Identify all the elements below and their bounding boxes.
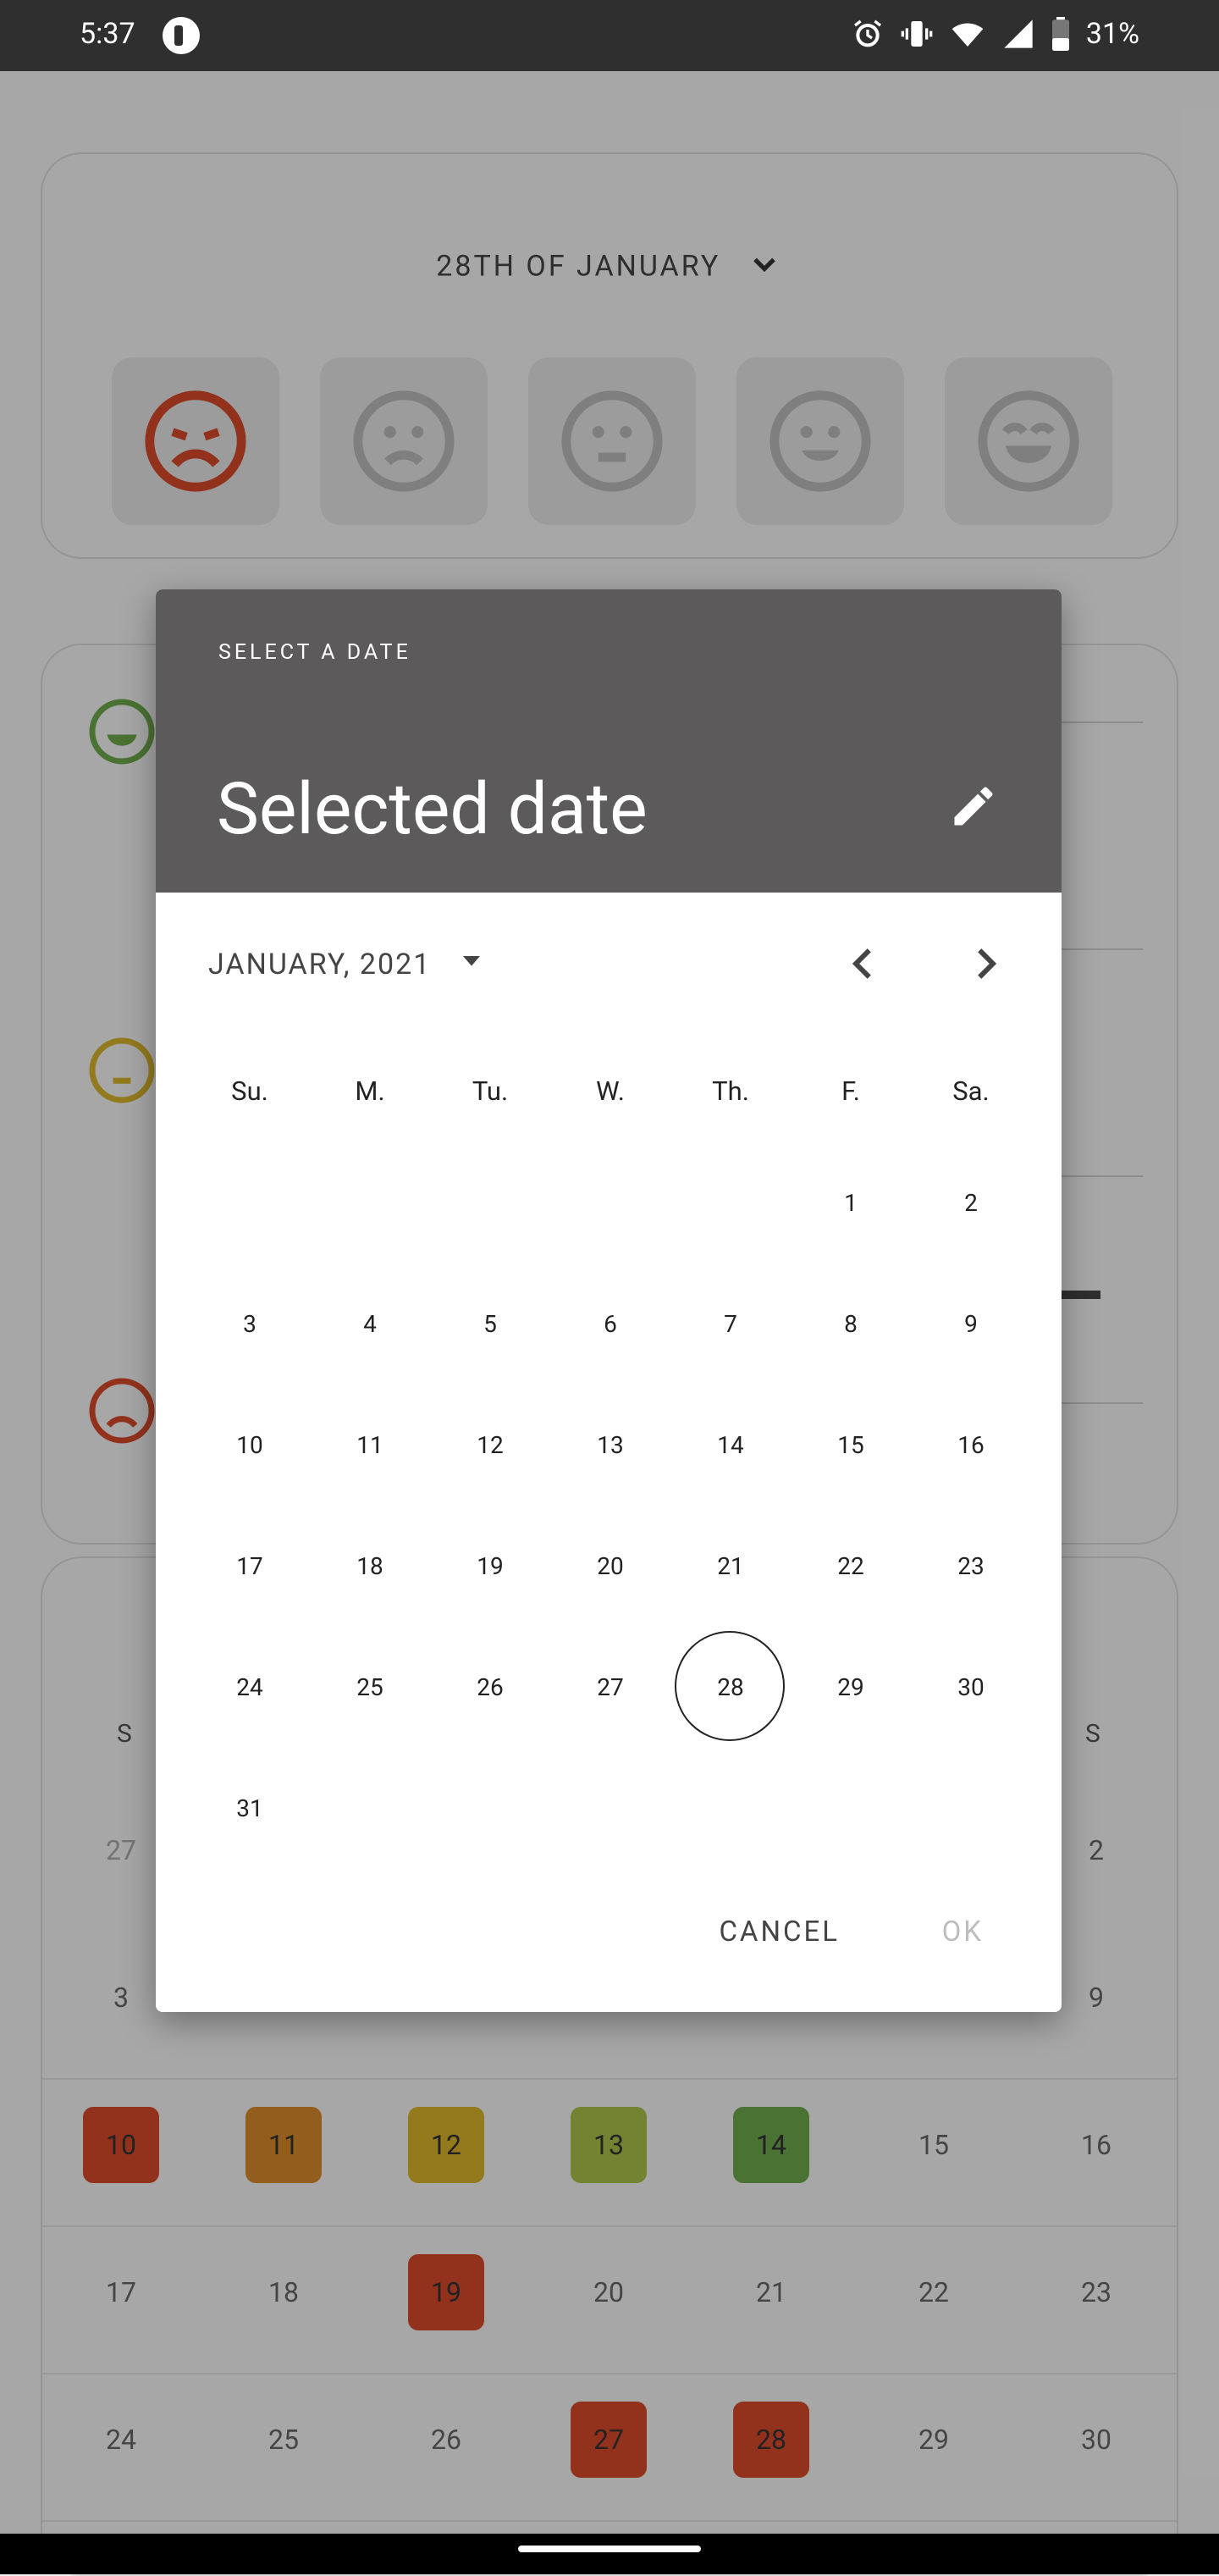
day-number: 14 <box>717 1430 744 1459</box>
day-number: 22 <box>837 1551 864 1580</box>
day-number: 1 <box>844 1188 858 1217</box>
day-cell[interactable]: 31 <box>190 1752 310 1864</box>
day-cell[interactable]: 8 <box>791 1268 911 1379</box>
day-cell[interactable]: 4 <box>310 1268 430 1379</box>
chevron-left-icon <box>852 948 871 979</box>
day-number: 20 <box>597 1551 624 1580</box>
weekday-label: W. <box>596 1075 625 1107</box>
day-number: 27 <box>597 1672 624 1701</box>
day-cell[interactable]: 3 <box>190 1268 310 1379</box>
status-icons: 31% <box>851 17 1139 51</box>
day-number: 8 <box>844 1309 858 1338</box>
day-cell[interactable]: 16 <box>911 1389 1031 1501</box>
day-number: 23 <box>957 1551 985 1580</box>
dropdown-arrow-icon <box>455 943 488 985</box>
weekday-label: Su. <box>231 1075 268 1107</box>
day-cell[interactable]: 26 <box>430 1631 550 1743</box>
day-cell[interactable]: 1 <box>791 1147 911 1258</box>
selected-day-cell[interactable]: 28 <box>670 1631 791 1743</box>
day-cell[interactable]: 13 <box>550 1389 670 1501</box>
day-cell[interactable]: 30 <box>911 1631 1031 1743</box>
day-number: 31 <box>236 1794 263 1822</box>
day-number: 11 <box>356 1430 383 1459</box>
day-number: 21 <box>717 1551 744 1580</box>
notification-app-icon <box>163 17 200 54</box>
month-year-selector[interactable]: JANUARY, 2021 <box>208 943 488 985</box>
day-cell[interactable]: 6 <box>550 1268 670 1379</box>
day-cell[interactable]: 27 <box>550 1631 670 1743</box>
day-cell[interactable]: 15 <box>791 1389 911 1501</box>
day-number: 13 <box>597 1430 624 1459</box>
day-cell[interactable]: 29 <box>791 1631 911 1743</box>
wifi-icon <box>951 23 984 47</box>
day-number: 7 <box>724 1309 737 1338</box>
battery-icon <box>1051 17 1069 51</box>
alarm-icon <box>853 19 881 47</box>
day-number: 29 <box>837 1672 864 1701</box>
day-number: 15 <box>837 1430 864 1459</box>
weekday-label: Th. <box>712 1075 749 1107</box>
day-cell[interactable]: 14 <box>670 1389 791 1501</box>
day-number: 19 <box>477 1551 504 1580</box>
weekday-label: Tu. <box>472 1075 509 1107</box>
day-number: 5 <box>483 1309 497 1338</box>
day-cell[interactable]: 19 <box>430 1510 550 1622</box>
home-gesture-handle[interactable] <box>518 2546 701 2552</box>
day-cell[interactable]: 17 <box>190 1510 310 1622</box>
selected-date-title: Selected date <box>217 767 648 851</box>
day-number: 26 <box>477 1672 504 1701</box>
day-cell[interactable]: 2 <box>911 1147 1031 1258</box>
day-cell[interactable]: 23 <box>911 1510 1031 1622</box>
day-number: 17 <box>236 1551 263 1580</box>
day-cell[interactable]: 10 <box>190 1389 310 1501</box>
battery-percent: 31% <box>1085 17 1139 51</box>
day-cell[interactable]: 7 <box>670 1268 791 1379</box>
weekday-label: F. <box>841 1075 860 1107</box>
day-cell[interactable]: 24 <box>190 1631 310 1743</box>
navigation-bar <box>0 2534 1219 2574</box>
day-number: 9 <box>964 1309 978 1338</box>
day-cell[interactable]: 5 <box>430 1268 550 1379</box>
chevron-right-icon <box>978 948 997 979</box>
dialog-header: SELECT A DATE Selected date <box>156 589 1062 893</box>
day-number: 30 <box>957 1672 985 1701</box>
day-cell[interactable]: 18 <box>310 1510 430 1622</box>
day-number: 4 <box>363 1309 377 1338</box>
weekday-label: M. <box>355 1075 385 1107</box>
ok-button[interactable]: OK <box>942 1915 984 1949</box>
day-cell[interactable]: 9 <box>911 1268 1031 1379</box>
signal-icon <box>1004 19 1033 48</box>
day-number: 25 <box>356 1672 383 1701</box>
cancel-button[interactable]: CANCEL <box>719 1915 840 1949</box>
day-cell[interactable]: 11 <box>310 1389 430 1501</box>
status-bar: 5:37 31% <box>0 0 1219 71</box>
day-cell[interactable]: 20 <box>550 1510 670 1622</box>
edit-pencil-icon[interactable] <box>948 781 999 832</box>
weekday-label: Sa. <box>952 1075 990 1107</box>
day-number: 12 <box>477 1430 504 1459</box>
day-number: 3 <box>243 1309 256 1338</box>
day-number: 2 <box>964 1188 978 1217</box>
vibrate-icon <box>901 21 933 47</box>
dialog-eyebrow: SELECT A DATE <box>218 640 411 665</box>
month-year-label: JANUARY, 2021 <box>208 947 432 981</box>
day-cell[interactable]: 12 <box>430 1389 550 1501</box>
day-number: 28 <box>717 1672 744 1701</box>
day-number: 16 <box>957 1430 985 1459</box>
day-cell[interactable]: 25 <box>310 1631 430 1743</box>
day-number: 18 <box>356 1551 383 1580</box>
day-number: 6 <box>604 1309 617 1338</box>
previous-month-button[interactable] <box>838 938 889 989</box>
day-number: 10 <box>236 1430 263 1459</box>
day-number: 24 <box>236 1672 263 1701</box>
dialog-actions: CANCEL OK <box>156 1915 1062 1983</box>
next-month-button[interactable] <box>960 938 1011 989</box>
date-picker-dialog: SELECT A DATE Selected date JANUARY, 202… <box>156 589 1062 2012</box>
status-time: 5:37 <box>80 17 135 51</box>
day-cell[interactable]: 21 <box>670 1510 791 1622</box>
day-cell[interactable]: 22 <box>791 1510 911 1622</box>
